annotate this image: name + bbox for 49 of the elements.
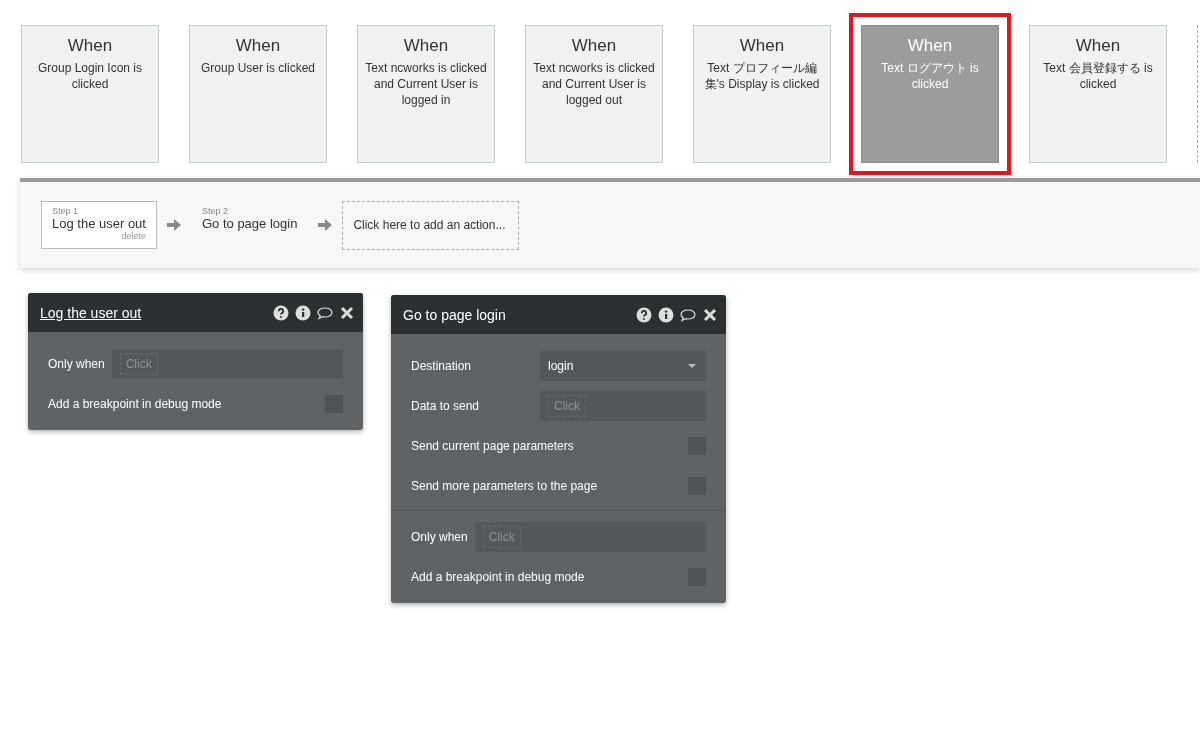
- help-icon[interactable]: [273, 304, 289, 321]
- close-icon[interactable]: [339, 304, 355, 321]
- event-heading: When: [402, 36, 450, 56]
- event-description: Text ncworks is clicked and Current User is logged in: [364, 60, 488, 108]
- event-heading: When: [1074, 36, 1122, 56]
- event-heading: When: [234, 36, 282, 56]
- field-label: Only when: [411, 530, 468, 544]
- event-card[interactable]: When Text プロフィール編集's Display is clicked: [693, 25, 831, 163]
- step-action: Log the user out: [52, 216, 146, 231]
- arrow-icon: [166, 219, 181, 231]
- panel-title[interactable]: Log the user out: [40, 304, 273, 321]
- event-heading: When: [906, 36, 954, 56]
- checkbox-label: Add a breakpoint in debug mode: [48, 397, 223, 411]
- event-card[interactable]: When Group User is clicked: [189, 25, 327, 163]
- field-label: Data to send: [411, 399, 481, 413]
- event-heading: When: [738, 36, 786, 56]
- step-action: Go to page login: [201, 216, 298, 231]
- close-icon[interactable]: [702, 306, 718, 323]
- info-icon[interactable]: [295, 304, 311, 321]
- event-description: Group Login Icon is clicked: [36, 60, 144, 92]
- checkbox-label: Send more parameters to the page: [411, 479, 599, 493]
- step-number: Step 1: [52, 206, 80, 216]
- checkbox-label: Send current page parameters: [411, 439, 575, 453]
- event-card[interactable]: When Group Login Icon is clicked: [21, 25, 159, 163]
- event-description: Text プロフィール編集's Display is clicked: [703, 60, 821, 92]
- event-card[interactable]: When Text 会員登録する is clicked: [1029, 25, 1167, 163]
- workflow-step[interactable]: Step 2 Go to page login: [190, 201, 309, 249]
- event-heading: When: [66, 36, 114, 56]
- info-icon[interactable]: [658, 306, 674, 323]
- help-icon[interactable]: [636, 306, 652, 323]
- arrow-icon: [318, 219, 333, 231]
- event-description: Text 会員登録する is clicked: [1042, 60, 1154, 92]
- destination-dropdown[interactable]: login: [540, 351, 706, 381]
- event-description: Text ログアウト is clicked: [880, 60, 980, 92]
- panel-title: Go to page login: [403, 306, 507, 323]
- comment-icon[interactable]: [317, 304, 333, 321]
- event-card[interactable]: When Text ncworks is clicked and Current User is logged in: [357, 25, 495, 163]
- caret-icon: [688, 364, 696, 368]
- checkbox-label: Add a breakpoint in debug mode: [411, 570, 586, 584]
- event-heading: When: [570, 36, 618, 56]
- step-number: Step 2: [201, 206, 229, 216]
- event-description: Text ncworks is clicked and Current User is logged out: [532, 60, 656, 108]
- field-label: Destination: [411, 359, 473, 373]
- workflow-step[interactable]: Step 1 Log the user out delete: [41, 201, 157, 249]
- event-card[interactable]: When Text ncworks is clicked and Current User is logged out: [525, 25, 663, 163]
- event-description: Group User is clicked: [199, 60, 316, 76]
- field-label: Only when: [48, 357, 105, 371]
- comment-icon[interactable]: [680, 306, 696, 323]
- add-action-button[interactable]: Click here to add an action...: [342, 200, 520, 250]
